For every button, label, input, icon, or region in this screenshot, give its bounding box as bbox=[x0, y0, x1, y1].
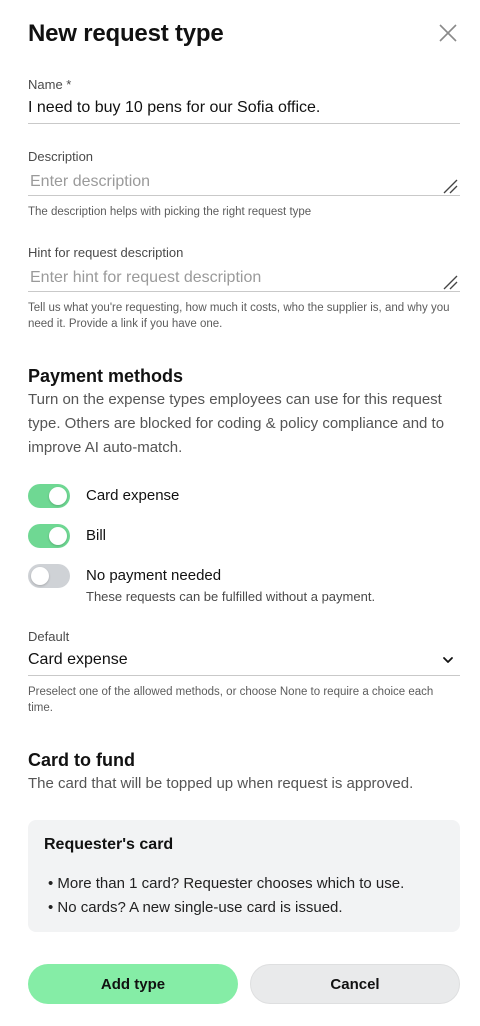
default-select[interactable]: Card expense bbox=[28, 651, 128, 669]
cancel-button[interactable]: Cancel bbox=[250, 964, 460, 1004]
bill-label: Bill bbox=[86, 527, 107, 544]
page-title: New request type bbox=[28, 20, 224, 47]
default-label: Default bbox=[28, 629, 70, 644]
card-to-fund-description: The card that will be topped up when req… bbox=[28, 775, 414, 792]
add-type-button[interactable]: Add type bbox=[28, 964, 238, 1004]
list-item: • More than 1 card? Requester chooses wh… bbox=[48, 875, 405, 892]
requester-card-box: Requester's card • More than 1 card? Req… bbox=[28, 820, 460, 932]
description-help: The description helps with picking the r… bbox=[28, 206, 312, 218]
resize-handle-icon[interactable] bbox=[442, 274, 458, 290]
requester-card-title: Requester's card bbox=[44, 836, 174, 853]
list-item: • No cards? A new single-use card is iss… bbox=[48, 899, 343, 916]
no-payment-needed-label: No payment needed bbox=[86, 567, 222, 584]
close-icon[interactable] bbox=[437, 22, 459, 44]
hint-help: Tell us what you're requesting, how much… bbox=[28, 302, 450, 330]
no-payment-needed-sublabel: These requests can be fulfilled without … bbox=[86, 589, 376, 604]
name-label: Name * bbox=[28, 77, 72, 92]
no-payment-needed-toggle[interactable] bbox=[28, 564, 70, 588]
hint-underline bbox=[28, 291, 460, 292]
hint-label: Hint for request description bbox=[28, 245, 184, 260]
description-label: Description bbox=[28, 149, 94, 164]
description-input[interactable] bbox=[28, 171, 460, 193]
default-underline bbox=[28, 675, 460, 676]
card-expense-label: Card expense bbox=[86, 487, 180, 504]
description-underline bbox=[28, 195, 460, 196]
card-expense-toggle[interactable] bbox=[28, 484, 70, 508]
card-to-fund-title: Card to fund bbox=[28, 750, 135, 770]
name-input[interactable]: I need to buy 10 pens for our Sofia offi… bbox=[28, 99, 320, 117]
payment-methods-description: Turn on the expense types employees can … bbox=[28, 391, 445, 456]
payment-methods-title: Payment methods bbox=[28, 366, 184, 386]
name-underline bbox=[28, 123, 460, 124]
hint-input[interactable] bbox=[28, 267, 460, 289]
chevron-down-icon[interactable] bbox=[441, 653, 455, 667]
default-help: Preselect one of the allowed methods, or… bbox=[28, 686, 434, 714]
resize-handle-icon[interactable] bbox=[442, 178, 458, 194]
bill-toggle[interactable] bbox=[28, 524, 70, 548]
